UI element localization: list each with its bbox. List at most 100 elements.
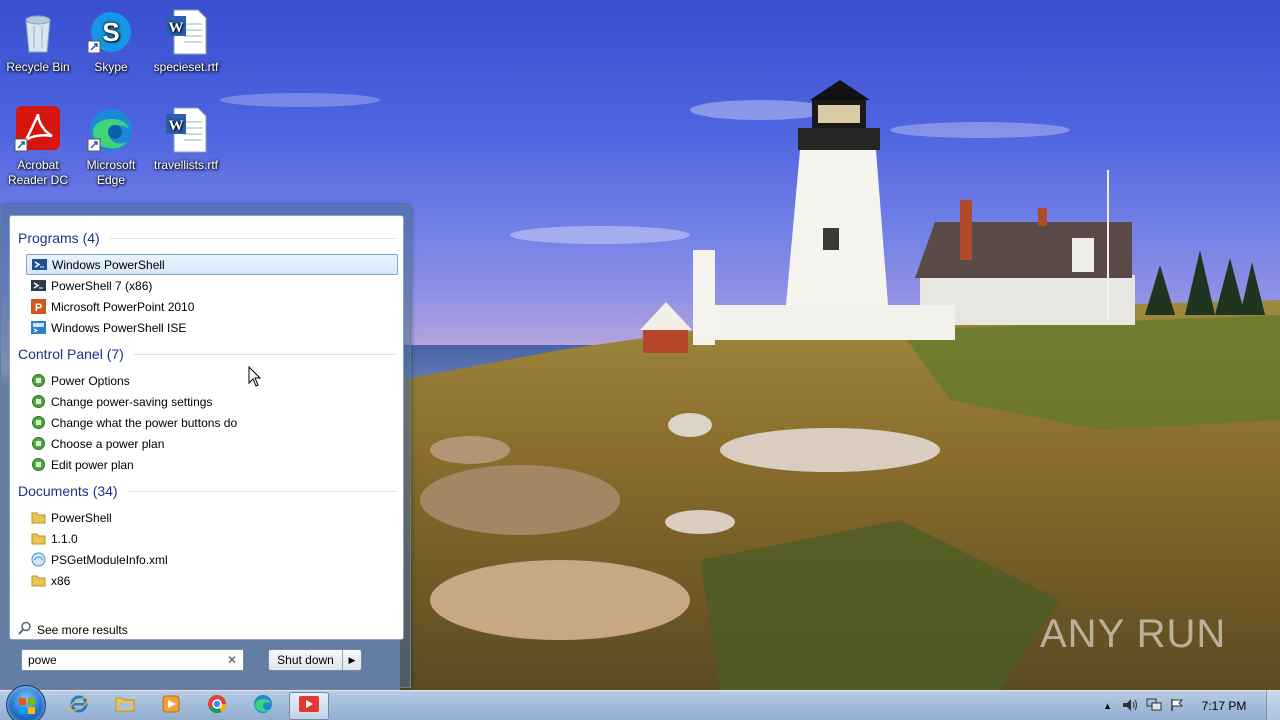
desktop-icon-acrobat[interactable]: Acrobat Reader DC — [0, 106, 76, 188]
desktop-icon-edge[interactable]: Microsoft Edge — [73, 106, 149, 188]
result-powerpoint-2010[interactable]: P Microsoft PowerPoint 2010 — [26, 296, 398, 317]
anyrun-icon — [298, 695, 320, 718]
system-tray: ▲ 7:17 PM — [1103, 691, 1280, 720]
result-label: Windows PowerShell ISE — [51, 320, 187, 335]
power-options-icon — [31, 436, 46, 451]
media-player-icon — [161, 694, 181, 719]
powershell-icon — [32, 257, 47, 272]
recycle-bin-icon — [14, 8, 62, 56]
power-options-icon — [31, 415, 46, 430]
action-center-flag-icon[interactable] — [1170, 698, 1184, 715]
see-more-label: See more results — [37, 622, 128, 637]
result-choose-power-plan[interactable]: Choose a power plan — [26, 433, 398, 454]
skype-icon: S — [87, 8, 135, 56]
section-control-panel: Control Panel (7) — [18, 346, 396, 362]
taskbar-chrome[interactable] — [197, 692, 237, 720]
show-desktop-button[interactable] — [1266, 691, 1280, 720]
result-windows-powershell[interactable]: Windows PowerShell — [26, 254, 398, 275]
word-document-icon: W — [162, 8, 210, 56]
desktop-icon-specieset[interactable]: W specieset.rtf — [148, 8, 224, 75]
result-label: Windows PowerShell — [52, 257, 165, 272]
folder-icon — [31, 531, 46, 546]
desktop-icon-skype[interactable]: S Skype — [73, 8, 149, 75]
word-document-icon: W — [162, 106, 210, 154]
powershell7-icon — [31, 278, 46, 293]
shutdown-options-arrow-icon[interactable]: ▶ — [343, 650, 361, 670]
result-label: Change what the power buttons do — [51, 415, 238, 430]
section-title: Documents (34) — [18, 483, 118, 499]
taskbar: ▲ 7:17 PM — [0, 685, 1280, 720]
acrobat-icon — [14, 106, 62, 154]
result-label: Power Options — [51, 373, 130, 388]
result-label: PowerShell — [51, 510, 112, 525]
start-button[interactable] — [6, 685, 46, 720]
result-folder-x86[interactable]: x86 — [26, 570, 398, 591]
taskbar-internet-explorer[interactable] — [59, 692, 99, 720]
desktop-icon-label: Microsoft Edge — [86, 158, 136, 187]
result-edit-power-plan[interactable]: Edit power plan — [26, 454, 398, 475]
desktop-icon-travellists[interactable]: W travellists.rtf — [148, 106, 224, 173]
result-folder-powershell[interactable]: PowerShell — [26, 507, 398, 528]
desktop-icon-label: Recycle Bin — [6, 60, 70, 74]
desktop-icon-label: travellists.rtf — [153, 158, 218, 172]
internet-explorer-icon — [69, 694, 89, 719]
taskbar-anyrun[interactable] — [289, 692, 329, 720]
result-power-options[interactable]: Power Options — [26, 370, 398, 391]
result-label: Edit power plan — [51, 457, 134, 472]
file-explorer-icon — [115, 695, 135, 718]
windows-logo-icon — [19, 698, 35, 714]
svg-text:S: S — [102, 17, 119, 47]
chrome-icon — [207, 694, 227, 719]
clock[interactable]: 7:17 PM — [1194, 699, 1254, 713]
mouse-cursor-icon — [248, 365, 262, 393]
edge-icon — [87, 106, 135, 154]
result-change-power-buttons[interactable]: Change what the power buttons do — [26, 412, 398, 433]
start-menu: Programs (4) Windows PowerShell PowerShe… — [0, 205, 411, 688]
powershell-ise-icon — [31, 320, 46, 335]
result-folder-1-1-0[interactable]: 1.1.0 — [26, 528, 398, 549]
result-change-power-saving[interactable]: Change power-saving settings — [26, 391, 398, 412]
section-title: Control Panel (7) — [18, 346, 124, 362]
result-label: Microsoft PowerPoint 2010 — [51, 299, 195, 314]
desktop-icon-label: Acrobat Reader DC — [7, 158, 69, 187]
clear-search-icon[interactable]: ✕ — [227, 653, 237, 667]
power-options-icon — [31, 394, 46, 409]
start-menu-results-pane: Programs (4) Windows PowerShell PowerShe… — [9, 215, 404, 640]
shutdown-button-group: Shut down ▶ — [268, 649, 362, 671]
folder-icon — [31, 510, 46, 525]
result-powershell-ise[interactable]: Windows PowerShell ISE — [26, 317, 398, 338]
xml-file-icon — [31, 552, 46, 567]
section-documents: Documents (34) — [18, 483, 396, 499]
result-label: PowerShell 7 (x86) — [51, 278, 153, 293]
network-icon[interactable] — [1146, 698, 1162, 715]
section-programs: Programs (4) — [18, 230, 396, 246]
power-options-icon — [31, 457, 46, 472]
result-label: Change power-saving settings — [51, 394, 213, 409]
taskbar-file-explorer[interactable] — [105, 692, 145, 720]
svg-text:W: W — [169, 20, 184, 36]
magnifier-icon — [18, 621, 32, 638]
result-label: x86 — [51, 573, 71, 588]
start-search-input[interactable]: powe ✕ — [21, 649, 244, 671]
folder-icon — [31, 573, 46, 588]
svg-text:W: W — [169, 118, 184, 134]
result-label: 1.1.0 — [51, 531, 78, 546]
result-powershell-7[interactable]: PowerShell 7 (x86) — [26, 275, 398, 296]
desktop-icon-recycle-bin[interactable]: Recycle Bin — [0, 8, 76, 75]
result-label: PSGetModuleInfo.xml — [51, 552, 168, 567]
anyrun-watermark: ANY RUN — [1040, 612, 1227, 656]
search-input-value: powe — [28, 653, 57, 667]
taskbar-edge[interactable] — [243, 692, 283, 720]
powerpoint-icon: P — [31, 299, 46, 314]
result-psgetmoduleinfo[interactable]: PSGetModuleInfo.xml — [26, 549, 398, 570]
power-options-icon — [31, 373, 46, 388]
result-label: Choose a power plan — [51, 436, 165, 451]
show-hidden-icons-arrow-icon[interactable]: ▲ — [1103, 701, 1112, 711]
desktop-icon-label: Skype — [94, 60, 128, 74]
taskbar-media-player[interactable] — [151, 692, 191, 720]
section-title: Programs (4) — [18, 230, 100, 246]
see-more-results-link[interactable]: See more results — [18, 621, 128, 638]
svg-text:P: P — [35, 302, 42, 314]
shutdown-button[interactable]: Shut down — [269, 650, 343, 670]
volume-icon[interactable] — [1122, 698, 1138, 715]
